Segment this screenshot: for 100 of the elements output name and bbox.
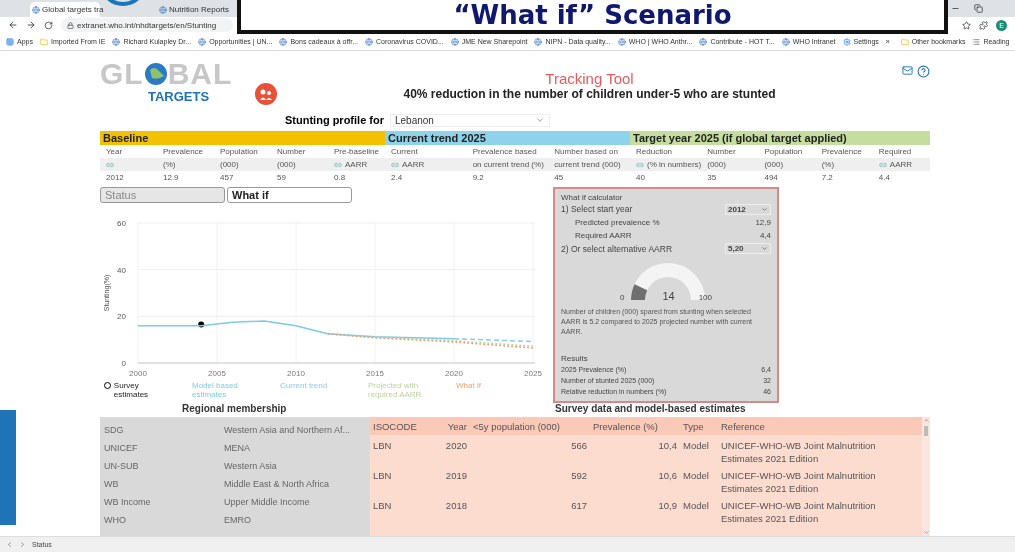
- tick-label: 2020: [445, 369, 463, 378]
- table-cell-text: WB: [104, 479, 120, 489]
- table-cell-text: Model: [682, 499, 710, 513]
- country-dropdown[interactable]: Lebanon: [390, 113, 550, 127]
- field-label: Predicted prevalence %: [575, 217, 660, 227]
- table-cell-text: 592: [570, 469, 588, 483]
- column-header: (000): [277, 160, 296, 169]
- table-cell-text: WB Income: [104, 497, 152, 507]
- field-label: 1) Select start year: [561, 204, 633, 215]
- banner-title: “What if” Scenario: [237, 0, 948, 34]
- table-cell-text: UNICEF-WHO-WB Joint Malnutrition Estimates 2021 Edition: [720, 469, 877, 495]
- legend-label: What if: [456, 381, 481, 392]
- column-header: (%): [163, 160, 176, 169]
- table-cell: 40: [636, 173, 645, 182]
- column-header: Required: [878, 147, 912, 156]
- tick-label: 2025: [524, 369, 542, 378]
- table-cell-text: 2018: [444, 499, 468, 513]
- column-header: (%): [821, 160, 835, 169]
- table-cell-text: Upper Middle Income: [224, 497, 311, 507]
- column-header: Prevalence (%): [590, 417, 680, 435]
- gauge-max: 100: [698, 292, 713, 302]
- column-header: AARR: [402, 160, 425, 169]
- panel-title: What if calculator: [561, 193, 624, 202]
- value-dropdown[interactable]: 5,20: [725, 243, 771, 255]
- view-tab[interactable]: What if: [227, 187, 352, 203]
- table-cell: 12.9: [163, 173, 179, 182]
- table-cell-text: WHO: [104, 515, 127, 525]
- column-header: Number: [277, 147, 306, 156]
- section-title: Survey data and model-based estimates: [555, 403, 746, 416]
- gauge-min: 0: [619, 292, 625, 302]
- table-cell: 35: [707, 173, 717, 182]
- table-cell-text: UNICEF-WHO-WB Joint Malnutrition Estimates 2021 Edition: [720, 439, 877, 465]
- table-cell-text: 617: [570, 499, 588, 513]
- table-cell-text: Western Asia and Northern Af...: [224, 425, 351, 435]
- legend-label: Survey estimates: [113, 381, 150, 399]
- field-label: 2) Or select alternative AARR: [561, 243, 672, 254]
- table-cell-text: 2020: [444, 439, 468, 453]
- column-header: Population: [764, 147, 803, 156]
- group-header: Baseline: [100, 131, 385, 145]
- column-header: Number based on: [554, 147, 618, 156]
- column-header: Current: [391, 147, 418, 156]
- column-header: (000): [764, 160, 784, 169]
- table-cell: 59: [277, 173, 286, 182]
- column-header: AARR: [889, 160, 913, 169]
- column-header: Year: [430, 417, 470, 435]
- field-label: Stunting profile for: [285, 114, 384, 126]
- column-header: ISOCODE: [370, 417, 430, 435]
- column-header: Year: [106, 147, 123, 156]
- table-cell: 2.4: [391, 173, 403, 182]
- table-cell: 494: [764, 173, 778, 182]
- table-cell: 9.2: [472, 173, 484, 182]
- value-dropdown[interactable]: 2012: [725, 203, 771, 215]
- table-cell: 45: [554, 173, 564, 182]
- column-header: on current trend (%): [472, 160, 544, 169]
- table-cell-text: UNICEF: [104, 443, 139, 453]
- table-cell-text: SDG: [104, 425, 125, 435]
- address-field[interactable]: extranet.who.int/nhdtargets/en/Stunting: [61, 18, 233, 32]
- table-cell: 0.8: [334, 173, 346, 182]
- table-cell-text: Middle East & North Africa: [224, 479, 331, 489]
- column-header: Prevalence: [163, 147, 204, 156]
- legend-label: Projected with required AARR: [368, 381, 423, 399]
- legend-label: Current trend: [280, 381, 328, 392]
- field-value: 12,9: [755, 217, 771, 227]
- table-cell-text: 566: [570, 439, 588, 453]
- tick-label: 60: [117, 219, 126, 228]
- tick-label: 2000: [129, 369, 147, 378]
- table-cell-text: 10,6: [657, 469, 678, 483]
- field-value: 4,4: [759, 231, 771, 241]
- table-cell-text: 2019: [444, 469, 468, 483]
- app-title: Tracking Tool: [545, 69, 634, 87]
- field-label: Required AARR: [575, 231, 632, 241]
- table-cell-text: Model: [682, 469, 710, 483]
- column-header: (000): [707, 160, 726, 169]
- tick-label: 0: [121, 359, 126, 368]
- table-cell-text: LBN: [372, 469, 393, 483]
- table-cell-text: 10,9: [657, 499, 678, 513]
- section-title: Regional membership: [182, 403, 288, 416]
- column-header: Prevalence: [821, 147, 862, 156]
- gauge-reading: 14: [662, 289, 675, 302]
- column-header: <5y population (000): [470, 417, 590, 435]
- tick-label: 40: [117, 265, 126, 275]
- column-header: Number: [707, 147, 736, 156]
- table-cell-text: UN-SUB: [104, 461, 140, 471]
- legend-label: Model based estimates: [192, 381, 239, 399]
- table-cell: 457: [220, 173, 234, 182]
- column-header: Pre-baseline: [334, 147, 379, 156]
- tick-label: 2015: [366, 369, 384, 378]
- table-cell: 2012: [106, 173, 124, 182]
- tick-label: 2010: [287, 369, 305, 378]
- logo-subtitle: TARGETS: [148, 88, 211, 104]
- table-cell: 7.2: [821, 173, 833, 182]
- column-header: (% in numbers): [647, 160, 702, 169]
- column-header: (000): [220, 160, 239, 169]
- column-header: AARR: [345, 160, 368, 169]
- tick-label: 2005: [208, 369, 226, 378]
- group-header: Current trend 2025: [385, 131, 630, 145]
- column-header: Reference: [718, 417, 922, 435]
- column-header: Type: [680, 417, 718, 435]
- table-cell: 4.4: [878, 173, 890, 182]
- column-header: Prevalence based: [472, 147, 537, 156]
